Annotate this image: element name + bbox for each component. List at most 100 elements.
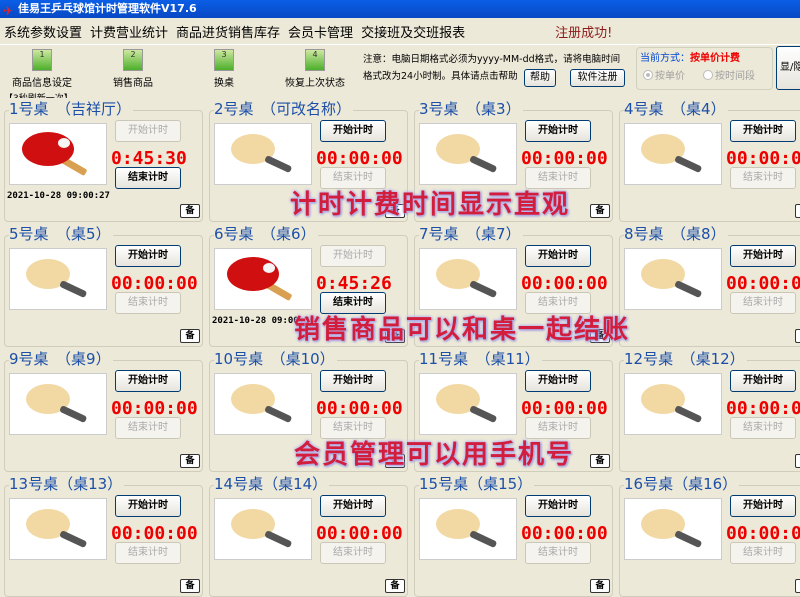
tool-change-table[interactable]: 3 换桌 xyxy=(184,49,264,89)
tool-label: 商品信息设定 xyxy=(12,78,72,89)
paddle-image xyxy=(214,123,312,185)
table-name: 9号桌 （桌9） xyxy=(9,348,113,369)
registration-status: 注册成功! xyxy=(555,25,613,41)
note-button[interactable]: 备 xyxy=(180,579,200,593)
register-button[interactable]: 软件注册 xyxy=(570,69,625,87)
start-timer-button[interactable]: 开始计时 xyxy=(730,245,796,267)
elapsed-time: 00:00:00 xyxy=(521,398,608,419)
start-timer-button[interactable]: 开始计时 xyxy=(730,120,796,142)
start-timer-button[interactable]: 开始计时 xyxy=(730,495,796,517)
paddle-image xyxy=(9,248,107,310)
note-button[interactable]: 备 xyxy=(180,329,200,343)
end-timer-button[interactable]: 结束计时 xyxy=(115,417,181,439)
end-timer-button[interactable]: 结束计时 xyxy=(730,417,796,439)
table-name: 12号桌 （桌12） xyxy=(624,348,747,369)
start-timer-button[interactable]: 开始计时 xyxy=(115,120,181,142)
note-button[interactable]: 备 xyxy=(795,329,800,343)
note-button[interactable]: 备 xyxy=(180,454,200,468)
note-line-1: 注意：电脑日期格式必须为yyyy-MM-dd格式，请将电脑时间 xyxy=(363,54,621,65)
elapsed-time: 00:00:00 xyxy=(726,273,800,294)
paddle-image xyxy=(624,373,722,435)
table-name: 1号桌 （吉祥厅） xyxy=(9,98,134,119)
mode-value: 按单价计费 xyxy=(690,53,740,64)
menu-system-settings[interactable]: 系统参数设置 xyxy=(0,22,86,41)
menu-billing-stats[interactable]: 计费营业统计 xyxy=(86,22,172,41)
note-button[interactable]: 备 xyxy=(795,204,800,218)
table-name: 16号桌（桌16） xyxy=(624,473,740,494)
table-name: 5号桌 （桌5） xyxy=(9,223,113,244)
end-timer-button[interactable]: 结束计时 xyxy=(730,542,796,564)
start-timer-button[interactable]: 开始计时 xyxy=(115,495,181,517)
table-card: 16号桌（桌16） 开始计时 00:00:00 结束计时 备 xyxy=(619,473,800,597)
radio-label: 按时间段 xyxy=(715,71,755,82)
elapsed-time: 00:00:00 xyxy=(726,148,800,169)
start-timer-button[interactable]: 开始计时 xyxy=(320,120,386,142)
start-timer-button[interactable]: 开始计时 xyxy=(525,245,591,267)
spreadsheet-icon: 4 xyxy=(305,49,325,71)
elapsed-time: 0:45:26 xyxy=(316,273,392,294)
note-button[interactable]: 备 xyxy=(590,454,610,468)
end-timer-button[interactable]: 结束计时 xyxy=(115,542,181,564)
promo-text-1: 计时计费时间显示直观 xyxy=(290,190,571,220)
end-timer-button[interactable]: 结束计时 xyxy=(730,167,796,189)
window-title: 佳易王乒乓球馆计时管理软件V17.6 xyxy=(18,2,197,15)
radio-time-period[interactable]: 按时间段 xyxy=(703,67,755,82)
end-timer-button[interactable]: 结束计时 xyxy=(115,292,181,314)
table-name: 11号桌 （桌11） xyxy=(419,348,542,369)
tool-sell-products[interactable]: 2 销售商品 xyxy=(93,49,173,89)
table-name: 6号桌 （桌6） xyxy=(214,223,318,244)
radio-unit-price[interactable]: 按单价 xyxy=(643,67,685,82)
paddle-image xyxy=(214,248,312,310)
table-card: 12号桌 （桌12） 开始计时 00:00:00 结束计时 备 xyxy=(619,348,800,472)
show-hide-button[interactable]: 显/隐 xyxy=(776,46,800,90)
table-name: 2号桌 （可改名称） xyxy=(214,98,354,119)
start-timer-button[interactable]: 开始计时 xyxy=(525,120,591,142)
paddle-image xyxy=(9,498,107,560)
start-timer-button[interactable]: 开始计时 xyxy=(320,245,386,267)
start-timer-button[interactable]: 开始计时 xyxy=(320,370,386,392)
note-button[interactable]: 备 xyxy=(590,579,610,593)
menu-member-card[interactable]: 会员卡管理 xyxy=(284,22,357,41)
start-timer-button[interactable]: 开始计时 xyxy=(730,370,796,392)
table-card: 4号桌 （桌4） 开始计时 00:00:00 结束计时 备 xyxy=(619,98,800,222)
end-timer-button[interactable]: 结束计时 xyxy=(730,292,796,314)
tool-label: 销售商品 xyxy=(113,78,153,89)
note-button[interactable]: 备 xyxy=(795,454,800,468)
end-timer-button[interactable]: 结束计时 xyxy=(115,167,181,189)
table-name: 7号桌 （桌7） xyxy=(419,223,523,244)
start-timer-button[interactable]: 开始计时 xyxy=(320,495,386,517)
table-name: 10号桌 （桌10） xyxy=(214,348,337,369)
elapsed-time: 00:00:00 xyxy=(316,523,403,544)
tool-product-settings[interactable]: 1 商品信息设定 xyxy=(2,49,82,89)
note-button[interactable]: 备 xyxy=(590,204,610,218)
elapsed-time: 00:00:00 xyxy=(111,273,198,294)
start-datetime: 2021-10-28 09:00:27 xyxy=(7,191,110,201)
title-bar: ✈ 佳易王乒乓球馆计时管理软件V17.6 xyxy=(0,0,800,18)
spreadsheet-icon: 2 xyxy=(123,49,143,71)
tool-restore-state[interactable]: 4 恢复上次状态 xyxy=(275,49,355,89)
menu-inventory[interactable]: 商品进货销售库存 xyxy=(172,22,284,41)
table-name: 14号桌（桌14） xyxy=(214,473,330,494)
start-timer-button[interactable]: 开始计时 xyxy=(525,370,591,392)
elapsed-time: 00:00:00 xyxy=(316,398,403,419)
note-button[interactable]: 备 xyxy=(385,579,405,593)
table-card: 13号桌（桌13） 开始计时 00:00:00 结束计时 备 xyxy=(4,473,203,597)
menu-shift-report[interactable]: 交接班及交班报表 xyxy=(357,22,469,41)
elapsed-time: 00:00:00 xyxy=(521,273,608,294)
help-button[interactable]: 帮助 xyxy=(524,69,556,87)
paddle-image xyxy=(9,123,107,185)
start-timer-button[interactable]: 开始计时 xyxy=(115,370,181,392)
start-timer-button[interactable]: 开始计时 xyxy=(115,245,181,267)
table-card: 1号桌 （吉祥厅） 开始计时 0:45:30 结束计时 2021-10-28 0… xyxy=(4,98,203,222)
end-timer-button[interactable]: 结束计时 xyxy=(320,542,386,564)
paddle-image xyxy=(624,248,722,310)
elapsed-time: 00:00:00 xyxy=(726,523,800,544)
elapsed-time: 00:00:00 xyxy=(111,398,198,419)
note-button[interactable]: 备 xyxy=(180,204,200,218)
elapsed-time: 00:00:00 xyxy=(111,523,198,544)
end-timer-button[interactable]: 结束计时 xyxy=(525,542,591,564)
paddle-image xyxy=(214,373,312,435)
start-timer-button[interactable]: 开始计时 xyxy=(525,495,591,517)
note-button[interactable]: 备 xyxy=(795,579,800,593)
spreadsheet-icon: 1 xyxy=(32,49,52,71)
